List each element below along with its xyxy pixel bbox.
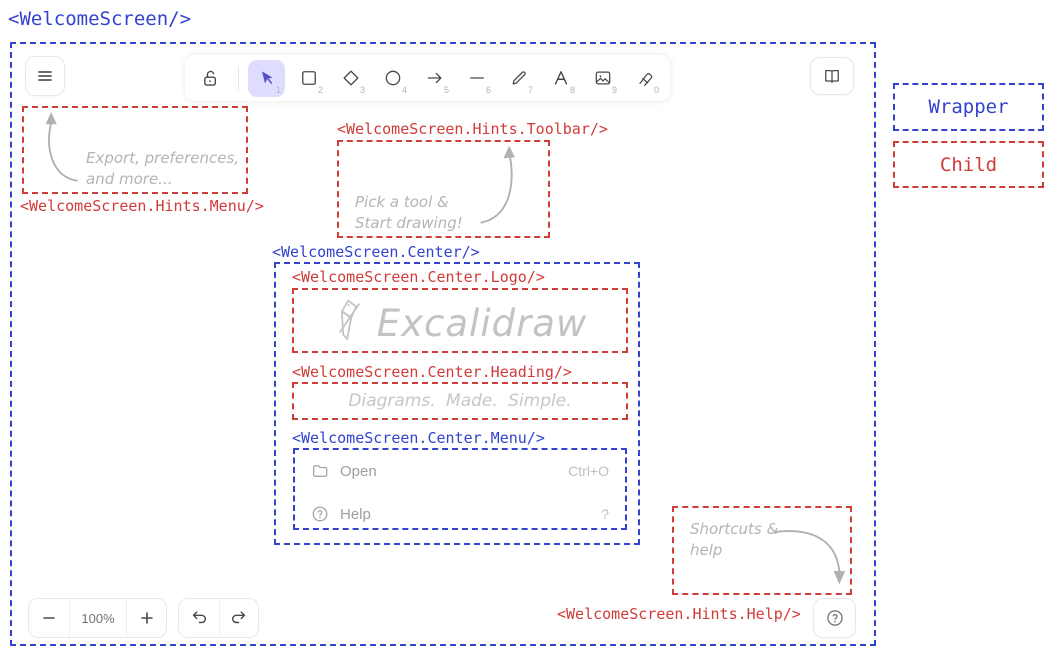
hints-help-label: <WelcomeScreen.Hints.Help/>: [557, 605, 801, 623]
toolbar: 1 2 3 4: [185, 55, 670, 101]
eraser-icon: [635, 68, 655, 88]
image-icon: [593, 68, 613, 88]
excalidraw-logo-mark-icon: [333, 298, 365, 348]
hint-menu-line1: Export, preferences,: [86, 148, 239, 169]
folder-icon: [311, 462, 329, 480]
open-book-icon: [822, 66, 842, 86]
menu-item-label: Help: [340, 506, 371, 523]
legend-child-label: Child: [940, 154, 997, 176]
hints-toolbar-child-box: Pick a tool & Start drawing!: [337, 140, 550, 238]
tool-number: 3: [360, 85, 365, 95]
welcome-screen-wrapper-box: 1 2 3 4: [10, 42, 876, 646]
hints-toolbar-label: <WelcomeScreen.Hints.Toolbar/>: [337, 120, 608, 138]
center-menu-label: <WelcomeScreen.Center.Menu/>: [292, 429, 545, 447]
legend-child: Child: [893, 141, 1044, 188]
tool-number: 0: [654, 85, 659, 95]
plus-icon: [139, 610, 155, 626]
welcome-screen-annotation-page: <WelcomeScreen/>: [0, 0, 1053, 661]
hints-help-child-box: Shortcuts & help: [672, 506, 852, 595]
line-icon: [467, 68, 487, 88]
center-wrapper-box: <WelcomeScreen.Center.Logo/> Excalidraw …: [274, 262, 640, 545]
tool-arrow[interactable]: 5: [416, 60, 453, 97]
rectangle-icon: [299, 68, 319, 88]
hint-toolbar-line1: Pick a tool &: [355, 192, 463, 213]
legend-wrapper-label: Wrapper: [928, 96, 1008, 118]
zoom-controls: 100%: [28, 598, 167, 638]
tool-eraser[interactable]: 0: [626, 60, 663, 97]
tool-number: 9: [612, 85, 617, 95]
minus-icon: [41, 610, 57, 626]
center-menu-wrapper-box: Open Ctrl+O Help ?: [293, 448, 627, 530]
arrow-icon: [425, 68, 445, 88]
tool-image[interactable]: 9: [584, 60, 621, 97]
diamond-icon: [341, 68, 361, 88]
ellipse-icon: [383, 68, 403, 88]
tool-number: 1: [276, 85, 281, 95]
hamburger-menu-icon: [35, 66, 55, 86]
hint-help-line2: help: [690, 540, 778, 561]
center-heading-label: <WelcomeScreen.Center.Heading/>: [292, 363, 572, 381]
welcome-heading: Diagrams. Made. Simple.: [294, 391, 626, 411]
excalidraw-logo: Excalidraw: [294, 298, 626, 348]
tool-selection[interactable]: 1: [248, 60, 285, 97]
tool-text[interactable]: 8: [542, 60, 579, 97]
menu-item-help[interactable]: Help ?: [303, 498, 617, 530]
tool-number: 5: [444, 85, 449, 95]
question-circle-icon: [311, 505, 329, 523]
unlocked-padlock-icon: [200, 68, 221, 89]
redo-button[interactable]: [219, 599, 259, 637]
zoom-level-readout[interactable]: 100%: [69, 599, 126, 637]
center-label: <WelcomeScreen.Center/>: [272, 243, 480, 261]
tool-line[interactable]: 6: [458, 60, 495, 97]
tool-number: 7: [528, 85, 533, 95]
help-button[interactable]: [813, 598, 856, 638]
tool-number: 8: [570, 85, 575, 95]
hints-menu-child-box: Export, preferences, and more...: [22, 106, 248, 194]
legend-wrapper: Wrapper: [893, 83, 1044, 131]
tool-rectangle[interactable]: 2: [290, 60, 327, 97]
question-circle-icon: [825, 608, 845, 628]
hint-help-line1: Shortcuts &: [690, 519, 778, 540]
hints-menu-label: <WelcomeScreen.Hints.Menu/>: [20, 197, 264, 215]
pencil-icon: [509, 68, 529, 88]
center-logo-child-box: Excalidraw: [292, 288, 628, 353]
main-menu-button[interactable]: [25, 56, 65, 96]
selection-cursor-icon: [257, 68, 277, 88]
menu-item-shortcut: ?: [601, 506, 609, 522]
zoom-in-button[interactable]: [126, 599, 166, 637]
excalidraw-logo-text: Excalidraw: [377, 302, 587, 345]
menu-item-label: Open: [340, 463, 377, 480]
history-controls: [178, 598, 259, 638]
tool-number: 2: [318, 85, 323, 95]
menu-item-open[interactable]: Open Ctrl+O: [303, 455, 617, 487]
center-logo-label: <WelcomeScreen.Center.Logo/>: [292, 268, 545, 286]
text-a-icon: [551, 68, 571, 88]
hint-toolbar-line2: Start drawing!: [355, 213, 463, 234]
page-title: <WelcomeScreen/>: [8, 8, 191, 30]
tool-number: 4: [402, 85, 407, 95]
lock-tool-button[interactable]: [192, 60, 229, 97]
toolbar-divider: [238, 66, 239, 90]
tool-draw[interactable]: 7: [500, 60, 537, 97]
tool-number: 6: [486, 85, 491, 95]
hint-menu-line2: and more...: [86, 169, 239, 190]
zoom-out-button[interactable]: [29, 599, 69, 637]
redo-icon: [230, 609, 248, 627]
tool-ellipse[interactable]: 4: [374, 60, 411, 97]
menu-item-shortcut: Ctrl+O: [568, 463, 609, 479]
center-heading-child-box: Diagrams. Made. Simple.: [292, 382, 628, 420]
undo-button[interactable]: [179, 599, 219, 637]
library-button[interactable]: [810, 57, 854, 95]
undo-icon: [190, 609, 208, 627]
tool-diamond[interactable]: 3: [332, 60, 369, 97]
